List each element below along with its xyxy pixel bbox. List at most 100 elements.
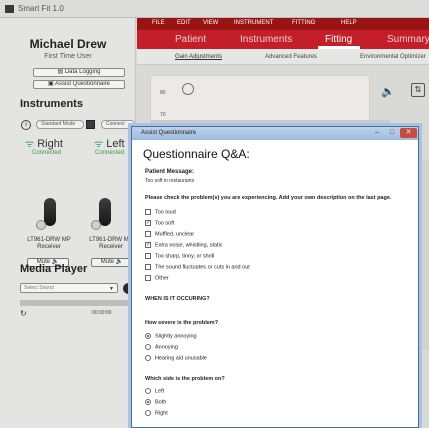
- info-icon[interactable]: i: [21, 120, 31, 130]
- wireless-icon: ᯤ: [94, 139, 104, 150]
- mode-toggle[interactable]: [86, 120, 95, 129]
- checkbox-label: The sound fluctuates or cuts in and out: [155, 264, 250, 271]
- media-progress-bar[interactable]: [20, 300, 130, 306]
- speaker-icon[interactable]: 🔈: [381, 85, 395, 98]
- mode-select[interactable]: Standard Mode: [36, 120, 84, 129]
- select-sound-dropdown[interactable]: Select Sound ▼: [20, 283, 118, 293]
- graph-tick-label: 70: [160, 112, 166, 118]
- dialog-window-title: Assist Questionnaire: [141, 130, 197, 136]
- problem-checkbox-row[interactable]: ✓ Extra noise, whistling, static: [145, 242, 223, 248]
- severity-option[interactable]: Annoying: [145, 344, 178, 350]
- left-instrument-label: ᯤ Left: [94, 136, 125, 150]
- instruction-text: Please check the problem(s) you are expe…: [145, 195, 392, 201]
- assist-questionnaire-label: Assist Questionnaire: [54, 81, 111, 87]
- tab-bar: Patient Instruments Fitting Summary: [137, 30, 429, 49]
- radio-label: Both: [155, 399, 167, 406]
- menu-bar: FILE EDIT VIEW INSTRUMENT FITTING HELP: [137, 18, 429, 30]
- left-mute-label: Mute: [100, 259, 115, 265]
- checkbox-checked[interactable]: ✓: [145, 220, 151, 226]
- checkbox-label: Muffled, unclear: [155, 231, 195, 238]
- radio-label: Hearing aid unusable: [155, 355, 207, 362]
- checkbox[interactable]: [145, 231, 151, 237]
- fitting-subnav: Gain Adjustments Advanced Features Envir…: [137, 49, 429, 65]
- assist-questionnaire-button[interactable]: ▣ Assist Questionnaire: [33, 80, 125, 89]
- subnav-gain-adjustments[interactable]: Gain Adjustments: [175, 54, 222, 60]
- radio-label: Left: [155, 388, 165, 395]
- right-model-label: LT961-DRW MP Receiver: [27, 237, 71, 250]
- problem-checkbox-row[interactable]: The sound fluctuates or cuts in and out: [145, 264, 250, 270]
- data-logging-label: Data Logging: [64, 69, 101, 75]
- media-time: 00:00:00: [92, 310, 112, 316]
- tab-fitting[interactable]: Fitting: [325, 34, 352, 45]
- media-player-title: Media Player: [20, 263, 88, 275]
- app-titlebar: Smart Fit 1.0: [0, 0, 429, 18]
- chevron-down-icon: ▼: [109, 286, 114, 292]
- right-label-text: Right: [37, 138, 63, 150]
- checkbox-label: Too loud: [155, 209, 176, 216]
- user-name: Michael Drew: [29, 37, 107, 51]
- problem-checkbox-row[interactable]: ✓ Too soft: [145, 220, 174, 226]
- data-logging-icon: ▤: [57, 69, 65, 75]
- patient-message-label: Patient Message:: [145, 169, 195, 175]
- data-logging-button[interactable]: ▤ Data Logging: [33, 68, 125, 77]
- user-type: First Time User: [44, 53, 92, 60]
- graph-tick-label: 80: [160, 90, 166, 96]
- problem-checkbox-row[interactable]: Muffled, unclear: [145, 231, 194, 237]
- dialog-heading: Questionnaire Q&A:: [143, 147, 250, 161]
- checkbox-label: Too sharp, tinny, or shrill: [155, 253, 215, 260]
- menu-edit[interactable]: EDIT: [177, 20, 191, 26]
- speaker-icon: 🔈: [115, 259, 124, 265]
- minimize-button[interactable]: –: [370, 128, 384, 138]
- side-option[interactable]: Left: [145, 388, 164, 394]
- subnav-environmental-optimizer[interactable]: Environmental Optimizer: [360, 54, 426, 60]
- checkbox-label: Other: [155, 275, 169, 282]
- problem-checkbox-row[interactable]: Too loud: [145, 209, 176, 215]
- radio-selected[interactable]: [145, 333, 151, 339]
- menu-file[interactable]: FILE: [152, 20, 165, 26]
- connect-button[interactable]: Connect: [101, 120, 135, 129]
- tab-instruments[interactable]: Instruments: [240, 34, 292, 45]
- problem-checkbox-row[interactable]: Too sharp, tinny, or shrill: [145, 253, 214, 259]
- maximize-button[interactable]: □: [385, 128, 399, 138]
- app-logo-icon: [5, 5, 14, 13]
- wireless-icon: ᯤ: [25, 139, 35, 150]
- radio[interactable]: [145, 410, 151, 416]
- problem-checkbox-row[interactable]: Other: [145, 275, 169, 281]
- menu-view[interactable]: VIEW: [203, 20, 218, 26]
- menu-fitting[interactable]: FITTING: [292, 20, 315, 26]
- severity-option[interactable]: Hearing aid unusable: [145, 355, 207, 361]
- right-instrument-label: ᯤ Right: [25, 136, 63, 150]
- tab-patient[interactable]: Patient: [175, 34, 206, 45]
- checkbox-checked[interactable]: ✓: [145, 242, 151, 248]
- repeat-icon[interactable]: ↻: [20, 309, 27, 318]
- checkbox[interactable]: [145, 209, 151, 215]
- severity-option[interactable]: Slightly annoying: [145, 333, 197, 339]
- select-sound-placeholder: Select Sound: [24, 285, 54, 291]
- left-mute-button[interactable]: Mute 🔈: [91, 258, 133, 267]
- radio-label: Annoying: [155, 344, 178, 351]
- checkbox[interactable]: [145, 253, 151, 259]
- right-hearing-aid-image: [44, 198, 56, 226]
- graph-marker-icon: [182, 83, 194, 95]
- menu-instrument[interactable]: INSTRUMENT: [234, 20, 273, 26]
- radio[interactable]: [145, 344, 151, 350]
- radio-selected[interactable]: [145, 399, 151, 405]
- subnav-advanced-features[interactable]: Advanced Features: [265, 54, 317, 60]
- side-option[interactable]: Both: [145, 399, 166, 405]
- side-option[interactable]: Right: [145, 410, 168, 416]
- close-button[interactable]: ✕: [400, 128, 417, 138]
- dialog-titlebar: Assist Questionnaire – □ ✕: [132, 127, 418, 140]
- instruments-title: Instruments: [20, 98, 83, 110]
- menu-help[interactable]: HELP: [341, 20, 357, 26]
- radio[interactable]: [145, 355, 151, 361]
- severity-label: How severe is the problem?: [145, 320, 219, 326]
- questionnaire-icon: ▣: [47, 81, 55, 87]
- side-label: Which side is the problem on?: [145, 376, 225, 382]
- checkbox[interactable]: [145, 275, 151, 281]
- equalizer-icon[interactable]: ⇅: [411, 83, 425, 97]
- radio[interactable]: [145, 388, 151, 394]
- checkbox[interactable]: [145, 264, 151, 270]
- tab-summary[interactable]: Summary: [387, 34, 429, 45]
- right-receiver-tip: [36, 220, 46, 230]
- patient-message: Too soft in restaurants: [145, 178, 195, 184]
